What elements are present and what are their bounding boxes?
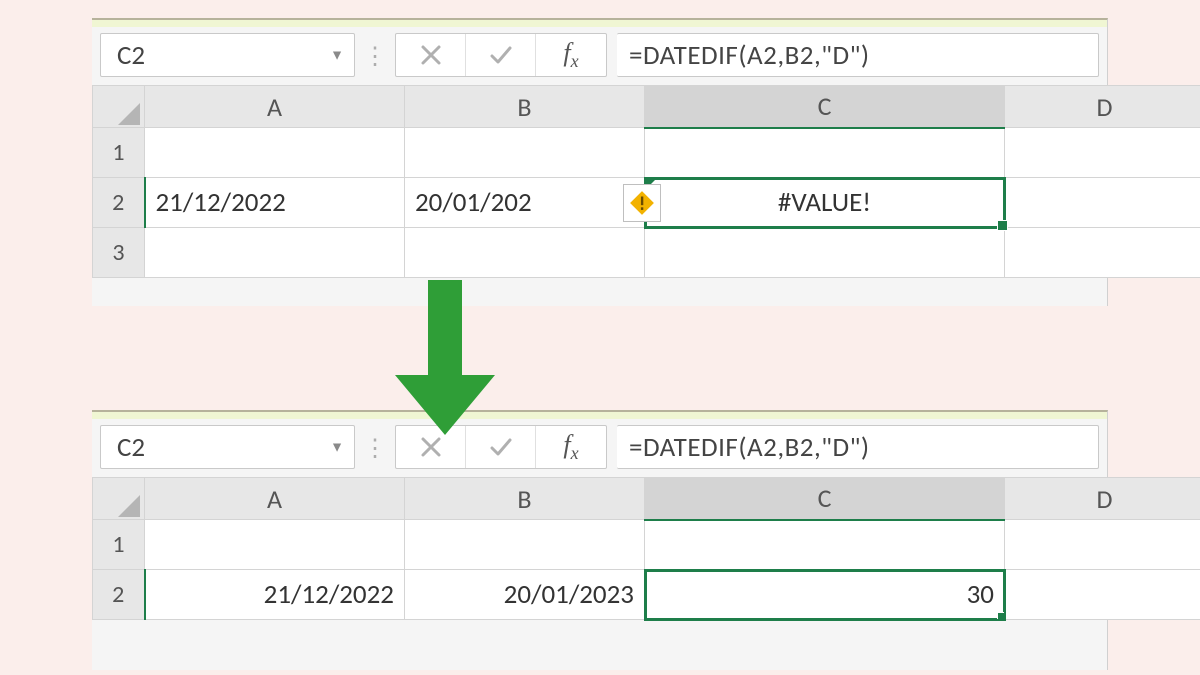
row-header-2[interactable]: 2 [93, 178, 145, 228]
error-warning-button[interactable] [623, 184, 661, 222]
cell-A2[interactable]: 21/12/2022 [145, 178, 405, 228]
cell-D2[interactable] [1005, 178, 1200, 228]
name-box-value: C2 [117, 431, 145, 464]
row-header-3[interactable]: 3 [93, 228, 145, 278]
formula-bar-controls: fx [395, 33, 607, 77]
cell-B1[interactable] [405, 520, 645, 570]
chevron-down-icon[interactable]: ▼ [330, 439, 344, 456]
cell-A3[interactable] [145, 228, 405, 278]
fx-icon: fx [563, 430, 578, 464]
cell-A1[interactable] [145, 520, 405, 570]
cell-B2[interactable]: 20/01/202 [405, 178, 645, 228]
chevron-down-icon[interactable]: ▼ [330, 47, 344, 64]
cell-C2[interactable]: 30 [645, 570, 1005, 620]
col-header-C[interactable]: C [645, 478, 1005, 520]
warning-diamond-icon [629, 190, 655, 216]
enter-button[interactable] [466, 34, 536, 76]
select-all-button[interactable] [93, 478, 145, 520]
vertical-ellipsis-icon: ⋮ [355, 425, 395, 471]
formula-bar: C2 ▼ ⋮ fx =DATEDIF(A2,B2,"D") [92, 419, 1107, 477]
formula-input[interactable]: =DATEDIF(A2,B2,"D") [617, 33, 1099, 77]
col-header-A[interactable]: A [145, 478, 405, 520]
worksheet-grid[interactable]: A B C D 1 2 21/12/2022 [92, 85, 1107, 278]
col-header-D[interactable]: D [1005, 86, 1200, 128]
down-arrow-icon [390, 280, 500, 435]
name-box[interactable]: C2 ▼ [100, 425, 355, 469]
check-icon [489, 435, 513, 459]
cell-C2-value: 30 [967, 578, 994, 611]
cell-B1[interactable] [405, 128, 645, 178]
cell-D1[interactable] [1005, 128, 1200, 178]
cell-C2-value: #VALUE! [778, 186, 871, 219]
worksheet-grid[interactable]: A B C D 1 2 21/12/2022 20/01/2023 [92, 477, 1107, 620]
cell-C1[interactable] [645, 520, 1005, 570]
name-box[interactable]: C2 ▼ [100, 33, 355, 77]
check-icon [489, 43, 513, 67]
select-all-button[interactable] [93, 86, 145, 128]
col-header-D[interactable]: D [1005, 478, 1200, 520]
excel-panel-after: C2 ▼ ⋮ fx =DATEDIF(A2,B2,"D") [92, 410, 1108, 670]
row-header-1[interactable]: 1 [93, 128, 145, 178]
formula-text: =DATEDIF(A2,B2,"D") [629, 431, 870, 464]
row-header-2[interactable]: 2 [93, 570, 145, 620]
name-box-value: C2 [117, 39, 145, 72]
col-header-B[interactable]: B [405, 478, 645, 520]
cell-C1[interactable] [645, 128, 1005, 178]
x-icon [419, 435, 443, 459]
insert-function-button[interactable]: fx [536, 34, 606, 76]
ribbon-tint [92, 20, 1107, 27]
cell-B2-value: 20/01/202 [415, 186, 532, 219]
cell-A1[interactable] [145, 128, 405, 178]
col-header-B[interactable]: B [405, 86, 645, 128]
x-icon [419, 43, 443, 67]
cell-C2[interactable]: #VALUE! [645, 178, 1005, 228]
formula-text: =DATEDIF(A2,B2,"D") [629, 39, 870, 72]
cell-C3[interactable] [645, 228, 1005, 278]
excel-panel-before: C2 ▼ ⋮ fx =DATEDIF(A2,B2,"D") [92, 18, 1108, 306]
cell-B2[interactable]: 20/01/2023 [405, 570, 645, 620]
insert-function-button[interactable]: fx [536, 426, 606, 468]
formula-input[interactable]: =DATEDIF(A2,B2,"D") [617, 425, 1099, 469]
cell-D1[interactable] [1005, 520, 1200, 570]
formula-bar: C2 ▼ ⋮ fx =DATEDIF(A2,B2,"D") [92, 27, 1107, 85]
col-header-A[interactable]: A [145, 86, 405, 128]
cell-A2[interactable]: 21/12/2022 [145, 570, 405, 620]
fx-icon: fx [563, 38, 578, 72]
col-header-C[interactable]: C [645, 86, 1005, 128]
row-header-1[interactable]: 1 [93, 520, 145, 570]
cell-B3[interactable] [405, 228, 645, 278]
ribbon-tint [92, 412, 1107, 419]
cell-D2[interactable] [1005, 570, 1200, 620]
cancel-button[interactable] [396, 34, 466, 76]
vertical-ellipsis-icon: ⋮ [355, 33, 395, 79]
cell-D3[interactable] [1005, 228, 1200, 278]
